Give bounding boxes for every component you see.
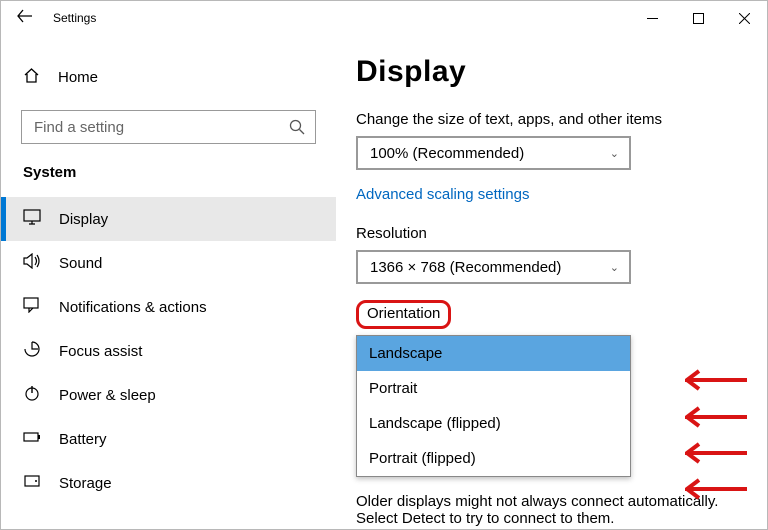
focus-assist-icon (23, 341, 41, 361)
annotation-arrow (685, 442, 749, 464)
sidebar-item-label: Power & sleep (59, 387, 156, 404)
annotation-arrow (685, 478, 749, 500)
home-link[interactable]: Home (1, 59, 336, 96)
orientation-option-portrait[interactable]: Portrait (357, 371, 630, 406)
sidebar-item-label: Notifications & actions (59, 299, 207, 316)
minimize-button[interactable] (629, 3, 675, 33)
chevron-down-icon: ⌄ (610, 147, 619, 160)
notifications-icon (23, 297, 41, 317)
annotation-arrow (685, 406, 749, 428)
orientation-dropdown-open[interactable]: Landscape Portrait Landscape (flipped) P… (356, 335, 631, 477)
sidebar-item-notifications[interactable]: Notifications & actions (1, 285, 336, 329)
sidebar-item-battery[interactable]: Battery (1, 417, 336, 461)
sound-icon (23, 253, 41, 273)
orientation-label-highlight: Orientation (356, 300, 451, 329)
page-title: Display (356, 55, 737, 89)
home-label: Home (58, 69, 98, 86)
search-field[interactable] (34, 119, 289, 136)
sidebar-item-label: Display (59, 211, 108, 228)
sidebar: Home System Display Sound Notifications … (1, 35, 336, 529)
display-icon (23, 209, 41, 229)
scale-value: 100% (Recommended) (370, 145, 524, 162)
orientation-option-landscape-flipped[interactable]: Landscape (flipped) (357, 406, 630, 441)
resolution-value: 1366 × 768 (Recommended) (370, 259, 561, 276)
minimize-icon (647, 13, 658, 24)
sidebar-item-display[interactable]: Display (1, 197, 336, 241)
scale-dropdown[interactable]: 100% (Recommended) ⌄ (356, 136, 631, 170)
back-button[interactable] (17, 8, 47, 29)
section-title: System (1, 164, 336, 197)
advanced-scaling-link[interactable]: Advanced scaling settings (356, 186, 737, 203)
footer-text: Older displays might not always connect … (356, 493, 736, 527)
close-icon (739, 13, 750, 24)
maximize-button[interactable] (675, 3, 721, 33)
close-button[interactable] (721, 3, 767, 33)
chevron-down-icon: ⌄ (610, 261, 619, 274)
maximize-icon (693, 13, 704, 24)
sidebar-item-storage[interactable]: Storage (1, 461, 336, 505)
orientation-option-portrait-flipped[interactable]: Portrait (flipped) (357, 441, 630, 476)
back-arrow-icon (17, 8, 33, 24)
home-icon (23, 67, 40, 88)
search-input[interactable] (21, 110, 316, 144)
power-icon (23, 385, 41, 405)
sidebar-item-sound[interactable]: Sound (1, 241, 336, 285)
window-title: Settings (47, 11, 96, 25)
resolution-dropdown[interactable]: 1366 × 768 (Recommended) ⌄ (356, 250, 631, 284)
sidebar-item-label: Sound (59, 255, 102, 272)
annotation-arrow (685, 369, 749, 391)
sidebar-item-label: Storage (59, 475, 112, 492)
sidebar-item-label: Battery (59, 431, 107, 448)
scale-label: Change the size of text, apps, and other… (356, 111, 737, 128)
storage-icon (23, 473, 41, 493)
search-icon (289, 119, 305, 135)
main-panel: Display Change the size of text, apps, a… (336, 35, 767, 529)
orientation-option-landscape[interactable]: Landscape (357, 336, 630, 371)
battery-icon (23, 429, 41, 449)
resolution-label: Resolution (356, 225, 737, 242)
sidebar-item-label: Focus assist (59, 343, 142, 360)
sidebar-item-focus-assist[interactable]: Focus assist (1, 329, 336, 373)
sidebar-item-power-sleep[interactable]: Power & sleep (1, 373, 336, 417)
